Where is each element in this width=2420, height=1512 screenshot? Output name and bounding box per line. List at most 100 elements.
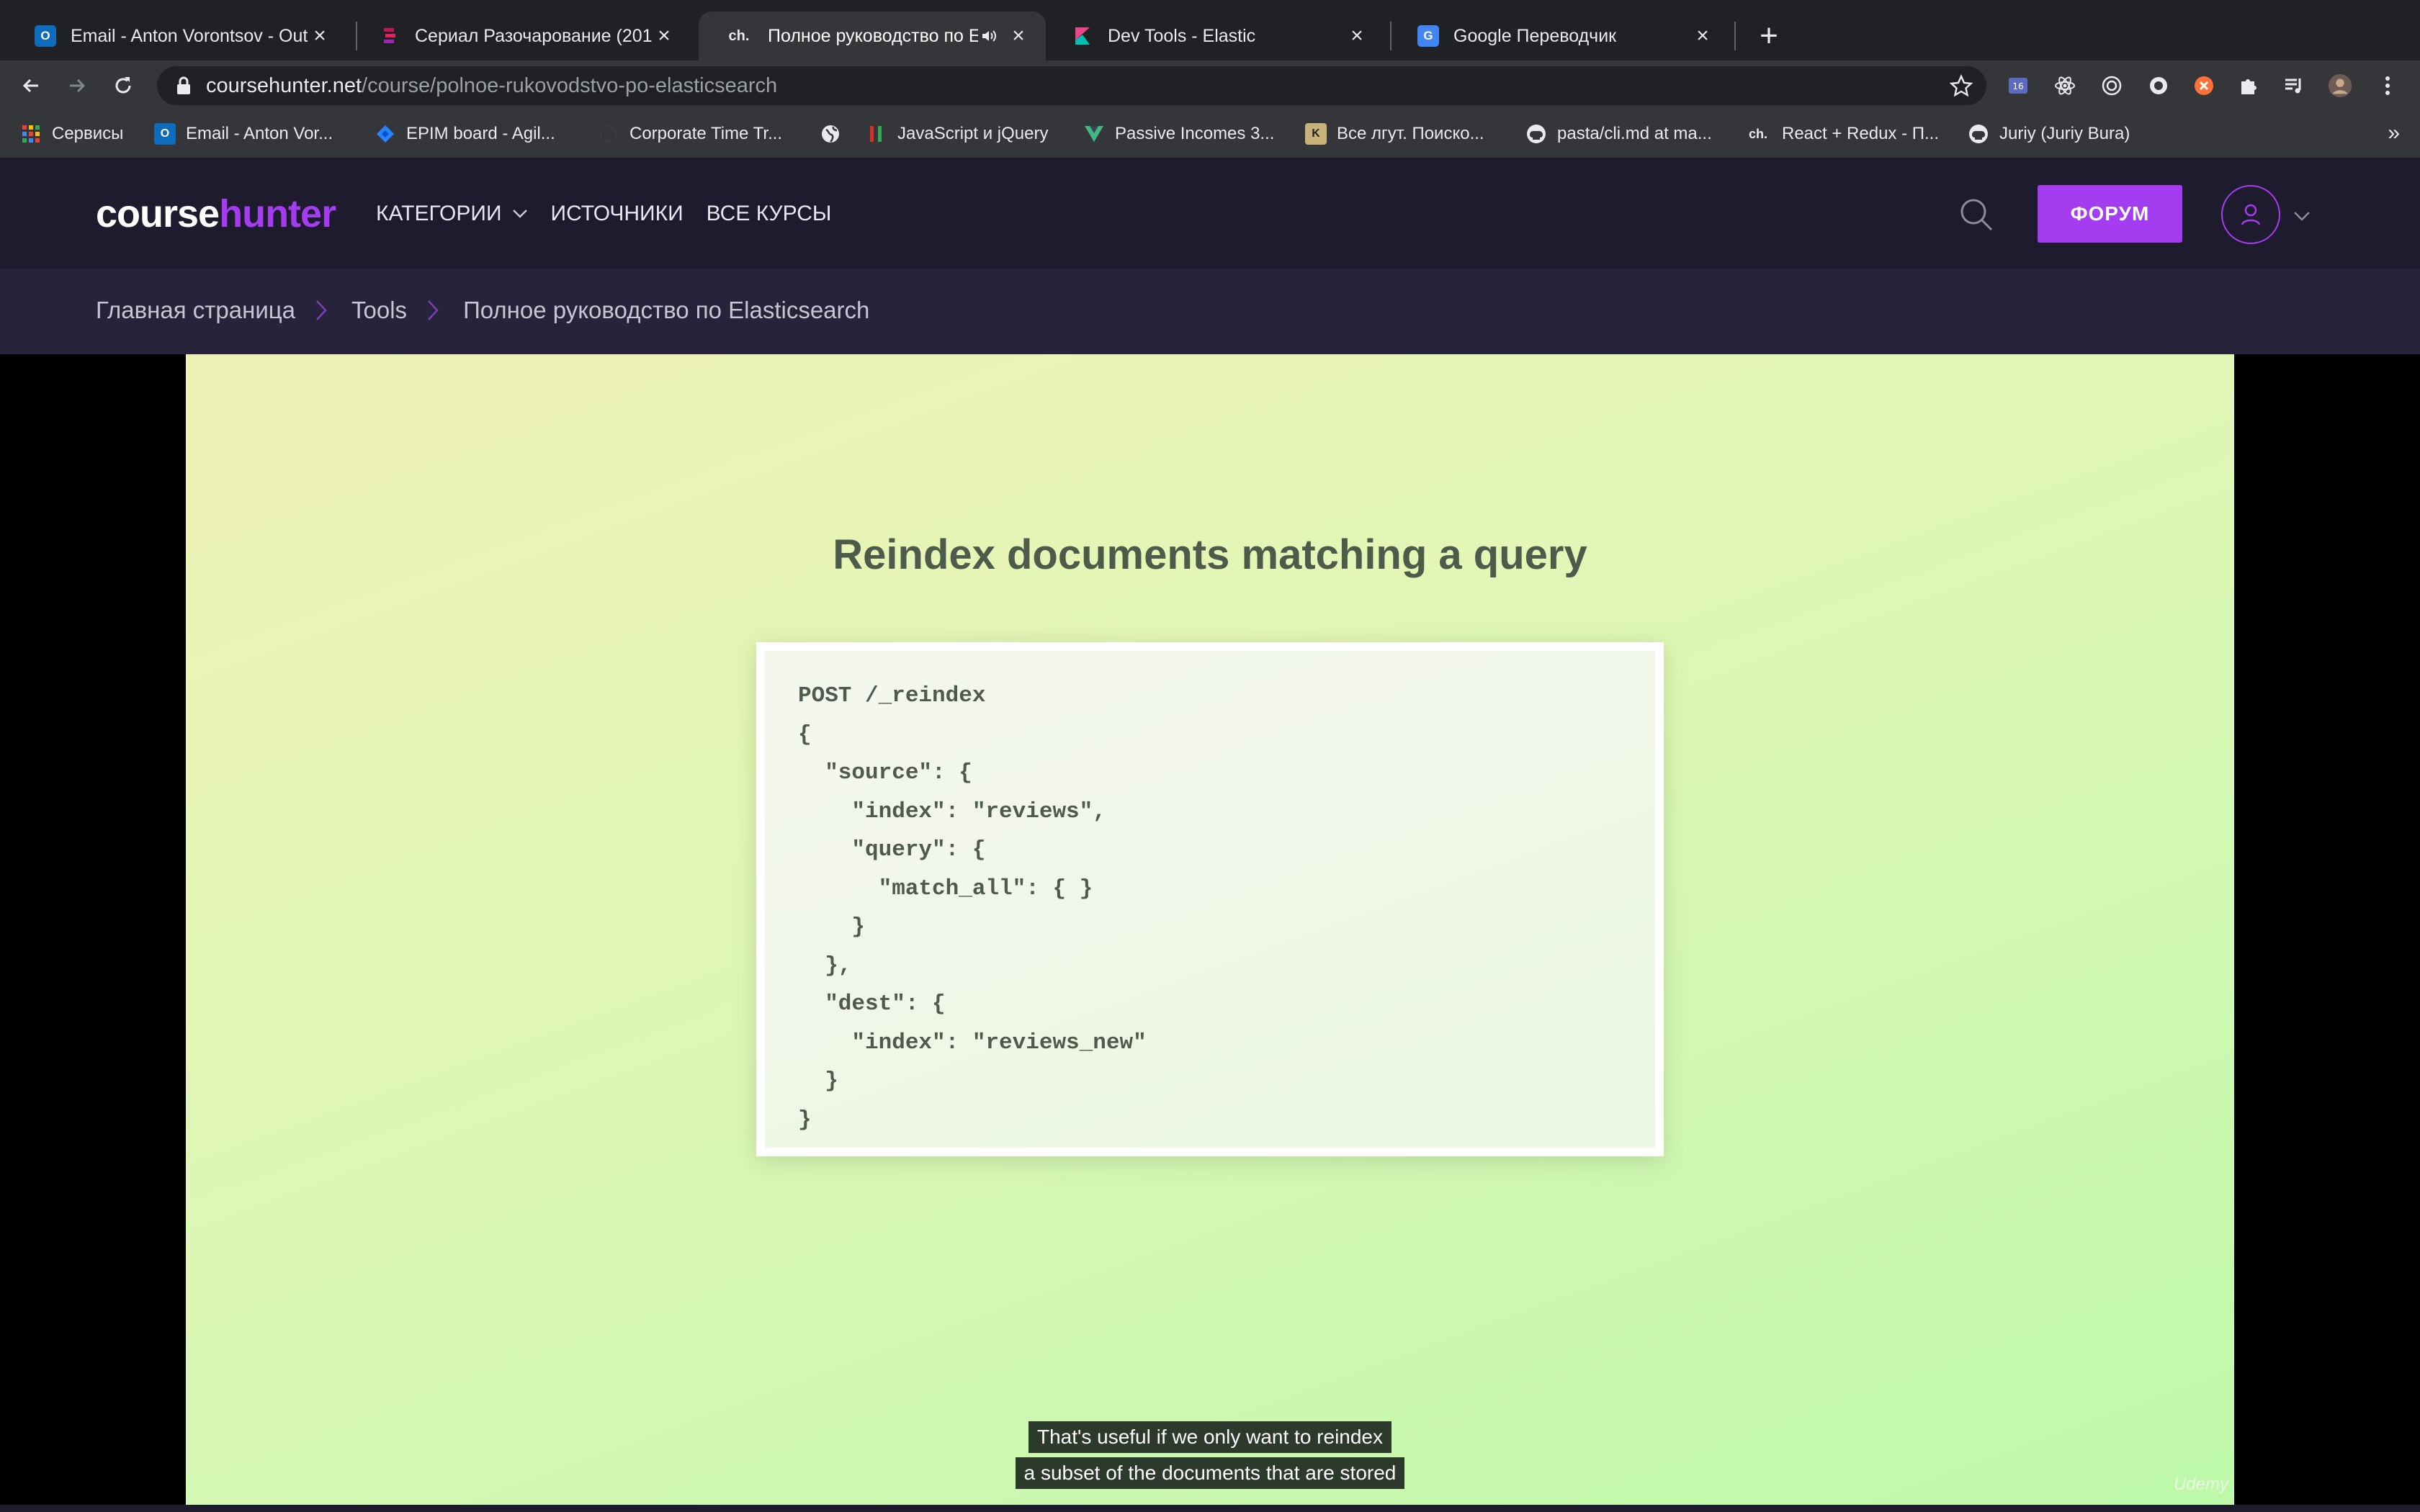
close-icon[interactable]: ×	[653, 24, 676, 48]
outlook-icon: O	[154, 123, 176, 145]
caption-line-2: a subset of the documents that are store…	[186, 1457, 2234, 1489]
caption-text: a subset of the documents that are store…	[1015, 1457, 1405, 1489]
bookmark-label: Corporate Time Tr...	[629, 124, 783, 143]
code-line: }	[798, 1107, 812, 1133]
site-logo[interactable]: coursehunter	[96, 192, 336, 236]
tab-divider	[1734, 22, 1736, 50]
media-queue-icon[interactable]	[2282, 73, 2306, 98]
logo-accent: hunter	[219, 192, 336, 235]
url-host: coursehunter.net	[206, 73, 362, 97]
bookmark-label: JavaScript и jQuery	[897, 124, 1049, 143]
page-bottom-strip	[0, 1505, 2420, 1512]
shield-extension-icon[interactable]	[2146, 73, 2171, 98]
address-bar[interactable]: coursehunter.net/course/polnoe-rukovodst…	[157, 66, 1986, 105]
nav-all-courses[interactable]: ВСЕ КУРСЫ	[707, 202, 832, 226]
lock-icon[interactable]	[173, 75, 194, 96]
close-icon[interactable]: ×	[1691, 24, 1714, 48]
bookmark-js-jquery[interactable]: JavaScript и jQuery	[866, 121, 1048, 147]
video-player[interactable]: Reindex documents matching a query POST …	[0, 354, 2420, 1505]
new-tab-button[interactable]: +	[1750, 17, 1788, 55]
code-line: }	[798, 914, 866, 940]
chevron-right-icon	[315, 298, 331, 323]
close-icon[interactable]: ×	[1007, 24, 1030, 48]
bookmark-label: Сервисы	[52, 124, 124, 143]
nav-sources[interactable]: ИСТОЧНИКИ	[551, 202, 684, 226]
bookmark-vse-lgut[interactable]: K Все лгут. Поиско...	[1305, 121, 1484, 147]
bookmark-label: Email - Anton Vor...	[186, 124, 333, 143]
browser-toolbar: coursehunter.net/course/polnoe-rukovodst…	[0, 60, 2420, 111]
tab-dev-tools-elastic[interactable]: Dev Tools - Elastic ×	[1046, 12, 1384, 60]
chevron-down-icon	[512, 206, 528, 222]
vue-icon	[1083, 123, 1105, 145]
breadcrumb-home[interactable]: Главная страница	[96, 297, 295, 324]
time-tracker-icon	[598, 123, 619, 145]
slide-title: Reindex documents matching a query	[833, 531, 1587, 578]
tab-serial[interactable]: Сериал Разочарование (2018) ×	[353, 12, 691, 60]
puzzle-extensions-icon[interactable]	[2236, 73, 2261, 98]
react-devtools-icon[interactable]	[2053, 73, 2077, 98]
tab-title: Email - Anton Vorontsov - Outlo	[71, 25, 308, 46]
code-block-body: POST /_reindex { "source": { "index": "r…	[765, 651, 1655, 1148]
code-line: "source": {	[798, 760, 972, 786]
target-extension-icon[interactable]	[2099, 73, 2124, 98]
close-icon[interactable]: ×	[308, 24, 331, 48]
bookmark-star-icon[interactable]	[1949, 73, 1973, 98]
bookmark-label: Juriy (Juriy Bura)	[1999, 124, 2130, 143]
search-button[interactable]	[1956, 194, 1996, 235]
tab-outlook[interactable]: O Email - Anton Vorontsov - Outlo ×	[9, 12, 347, 60]
google-translate-icon: G	[1417, 25, 1439, 47]
bookmark-pasta-cli[interactable]: pasta/cli.md at ma...	[1525, 121, 1712, 147]
tab-active-course[interactable]: ch. Полное руководство по Elas ×	[699, 12, 1046, 60]
tab-google-translate[interactable]: G Google Переводчик ×	[1392, 12, 1730, 60]
bookmark-label: EPIM board - Agil...	[406, 124, 555, 143]
logo-main: course	[96, 192, 220, 235]
bookmark-label: pasta/cli.md at ma...	[1557, 124, 1712, 143]
bookmark-globe[interactable]	[820, 121, 851, 147]
jira-icon	[375, 123, 396, 145]
bookmark-email[interactable]: O Email - Anton Vor...	[154, 121, 333, 147]
breadcrumb: Главная страница Tools Полное руководств…	[96, 297, 869, 324]
browser-menu-icon[interactable]	[2375, 73, 2400, 98]
chevron-down-icon[interactable]	[2293, 206, 2313, 226]
speaker-icon[interactable]	[978, 25, 1000, 47]
bookmark-time-tracker[interactable]: Corporate Time Tr...	[598, 121, 782, 147]
bookmark-juriy-bura[interactable]: Juriy (Juriy Bura)	[1968, 121, 2130, 147]
bookmarks-overflow-button[interactable]: »	[2388, 121, 2400, 145]
reload-button[interactable]	[105, 68, 141, 104]
github-icon	[1968, 123, 1989, 145]
code-line: "dest": {	[798, 991, 946, 1017]
site-header: coursehunter КАТЕГОРИИ ИСТОЧНИКИ ВСЕ КУР…	[0, 158, 2420, 269]
bookmark-react-redux[interactable]: ch. React + Redux - П...	[1744, 121, 1939, 147]
orange-extension-icon[interactable]	[2192, 73, 2216, 98]
bookmark-label: React + Redux - П...	[1782, 124, 1940, 143]
arrow-left-icon	[22, 78, 38, 93]
url-text[interactable]: coursehunter.net/course/polnoe-rukovodst…	[206, 74, 777, 98]
back-button[interactable]	[13, 68, 49, 104]
video-frame[interactable]: Reindex documents matching a query POST …	[186, 354, 2234, 1505]
close-icon[interactable]: ×	[1345, 24, 1368, 48]
profile-avatar-icon[interactable]	[2328, 73, 2352, 98]
nav-categories[interactable]: КАТЕГОРИИ	[376, 202, 528, 226]
tab-title: Сериал Разочарование (2018)	[415, 25, 653, 46]
bookmark-epim-board[interactable]: EPIM board - Agil...	[375, 121, 555, 147]
main-nav: КАТЕГОРИИ ИСТОЧНИКИ ВСЕ КУРСЫ	[376, 202, 854, 226]
arrow-right-icon	[70, 78, 86, 93]
browser-tab-strip: O Email - Anton Vorontsov - Outlo × Сери…	[0, 0, 2420, 60]
breadcrumb-current-course: Полное руководство по Elasticsearch	[463, 297, 870, 323]
extension-16-icon[interactable]: 16	[2006, 73, 2030, 98]
forward-button[interactable]	[59, 68, 95, 104]
forum-button[interactable]: ФОРУМ	[2038, 185, 2182, 243]
caption-text: That's useful if we only want to reindex	[1028, 1421, 1392, 1453]
breadcrumb-tools[interactable]: Tools	[351, 297, 407, 324]
user-avatar-button[interactable]	[2221, 185, 2280, 244]
coursehunter-icon: ch.	[728, 27, 750, 44]
code-line: },	[798, 953, 852, 978]
outlook-icon: O	[35, 25, 56, 47]
bookmark-services[interactable]: Сервисы	[20, 121, 123, 147]
bookmark-passive-incomes[interactable]: Passive Incomes 3...	[1083, 121, 1274, 147]
udemy-watermark: Udemy	[2173, 1475, 2228, 1494]
chevron-right-icon	[427, 298, 443, 323]
tab-title: Google Переводчик	[1453, 25, 1617, 46]
user-icon	[2241, 204, 2261, 225]
apps-grid-icon	[20, 123, 42, 145]
